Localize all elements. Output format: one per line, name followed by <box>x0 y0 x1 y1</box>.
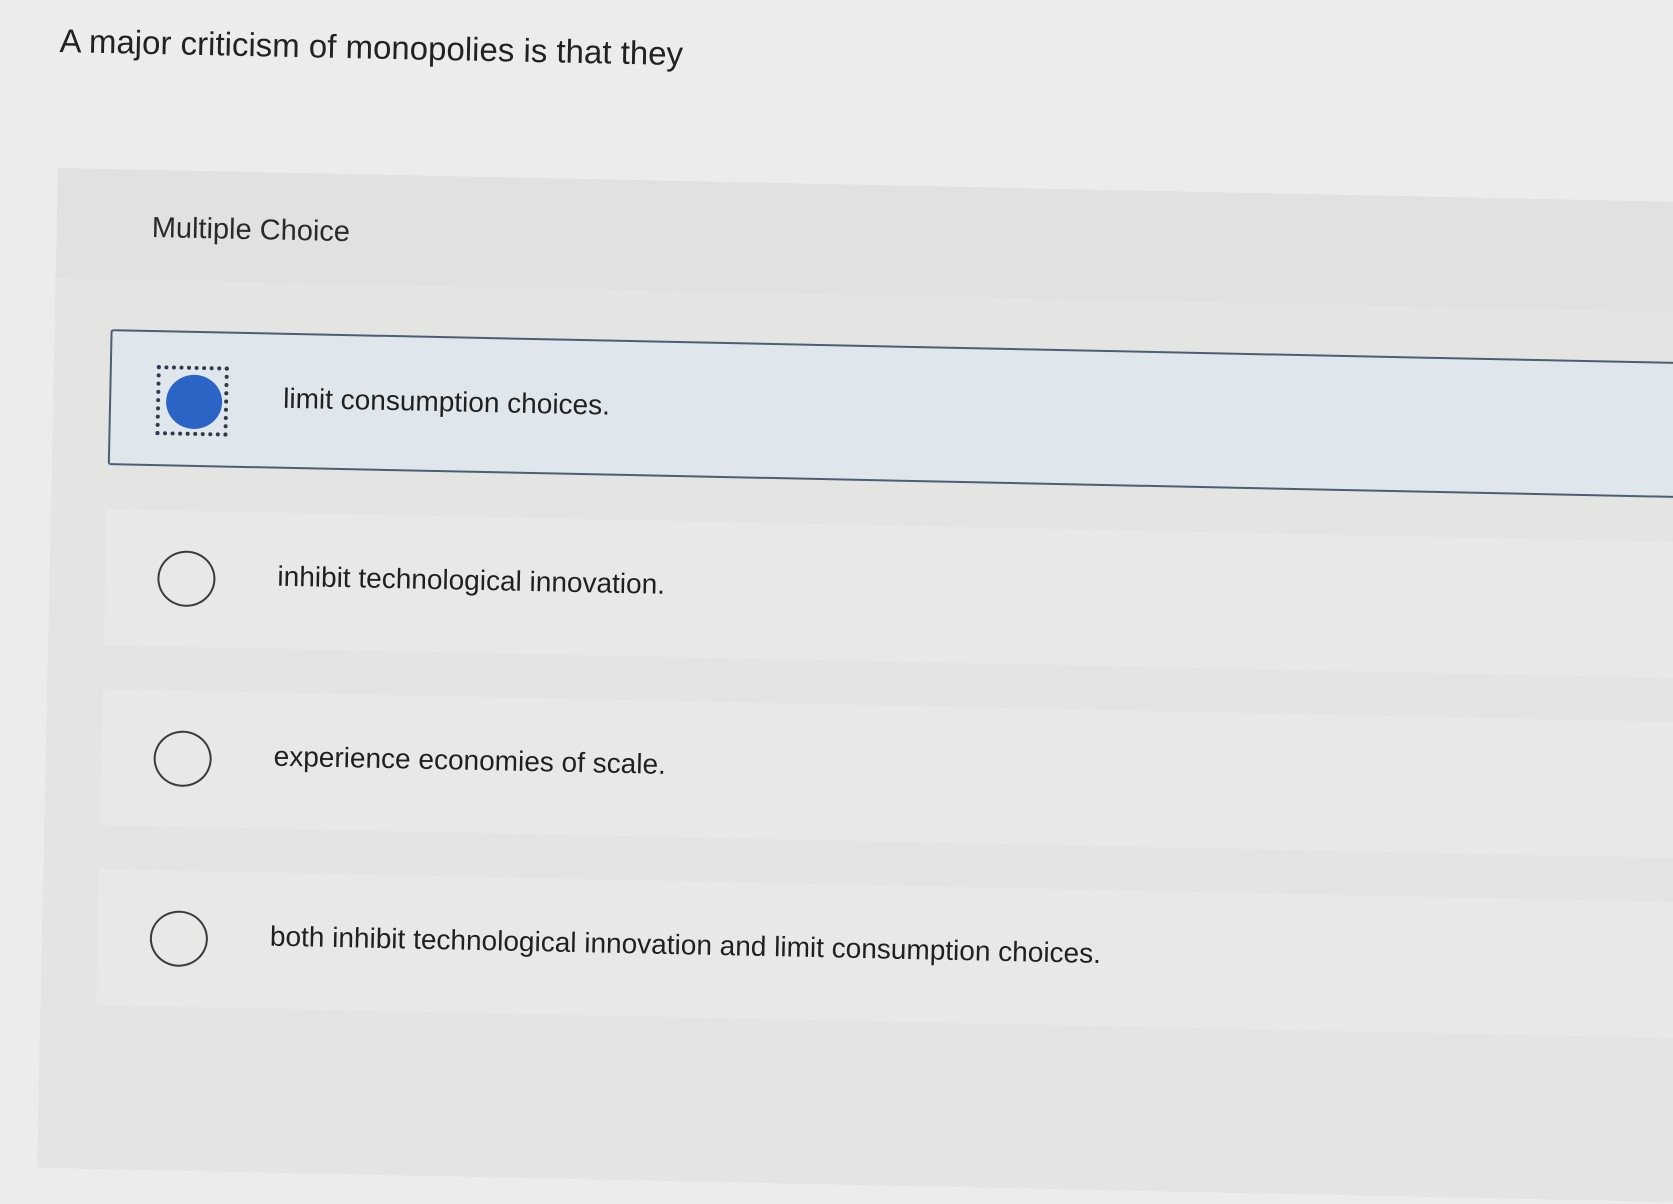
panel-header: Multiple Choice <box>55 168 1673 314</box>
multiple-choice-panel: Multiple Choice limit consumption choice… <box>37 168 1673 1204</box>
radio-unselected-icon[interactable] <box>156 550 217 608</box>
radio-selected-icon[interactable] <box>155 365 229 437</box>
choice-label: both inhibit technological innovation an… <box>269 920 1102 970</box>
radio-unselected-icon[interactable] <box>153 730 213 788</box>
question-type-label: Multiple Choice <box>151 211 351 249</box>
radio-dot-icon <box>165 374 223 430</box>
choice-option-3[interactable]: experience economies of scale. <box>100 689 1673 860</box>
choice-option-1[interactable]: limit consumption choices. <box>107 329 1673 500</box>
choice-option-4[interactable]: both inhibit technological innovation an… <box>96 869 1673 1040</box>
choice-label: experience economies of scale. <box>273 740 667 780</box>
choice-label: inhibit technological innovation. <box>277 560 666 600</box>
choice-label: limit consumption choices. <box>282 382 611 421</box>
choice-option-2[interactable]: inhibit technological innovation. <box>104 509 1673 680</box>
radio-unselected-icon[interactable] <box>149 910 209 968</box>
question-text: A major criticism of monopolies is that … <box>59 22 684 73</box>
